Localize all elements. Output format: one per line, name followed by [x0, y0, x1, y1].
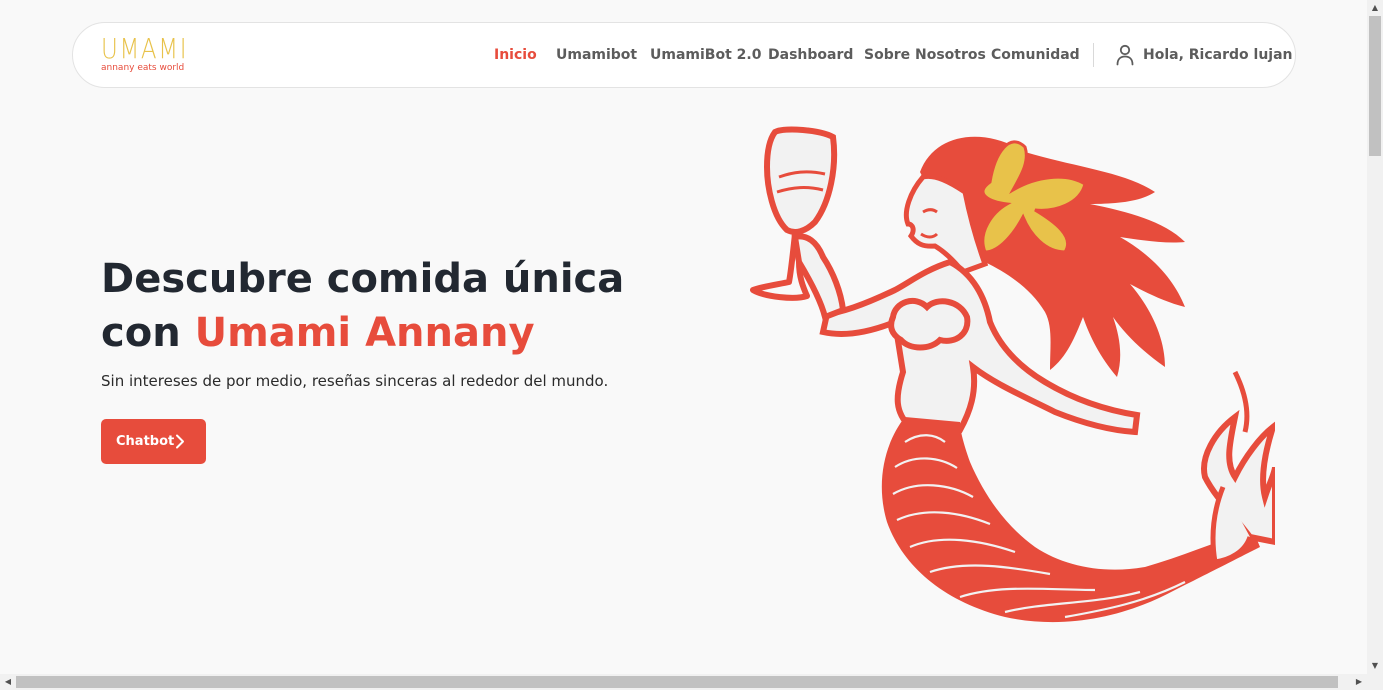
nav-item-sobre-nosotros[interactable]: Sobre Nosotros — [864, 46, 986, 64]
nav-item-umamibot[interactable]: Umamibot — [556, 46, 637, 64]
top-navbar: UMAMI annany eats world Inicio Umamibot … — [72, 22, 1296, 88]
horizontal-scrollbar[interactable]: ◀ ▶ — [0, 674, 1383, 690]
scroll-left-arrow-icon[interactable]: ◀ — [0, 674, 16, 690]
scroll-down-arrow-icon[interactable]: ▼ — [1367, 658, 1383, 674]
scroll-up-arrow-icon[interactable]: ▲ — [1367, 0, 1383, 16]
scroll-right-arrow-icon[interactable]: ▶ — [1351, 674, 1367, 690]
vertical-scrollbar[interactable]: ▲ ▼ — [1367, 0, 1383, 674]
chevron-right-icon — [176, 434, 184, 449]
nav-item-dashboard[interactable]: Dashboard — [768, 46, 853, 64]
nav-links: Inicio Umamibot UmamiBot 2.0 Dashboard S… — [73, 23, 1295, 89]
user-greeting[interactable]: Hola, Ricardo lujan — [1143, 46, 1293, 64]
chatbot-button-label: Chatbot — [116, 434, 175, 449]
hero-subtitle: Sin intereses de por medio, reseñas sinc… — [101, 372, 609, 390]
nav-item-inicio[interactable]: Inicio — [494, 46, 537, 64]
chatbot-button[interactable]: Chatbot — [101, 419, 206, 464]
vertical-scroll-thumb[interactable] — [1369, 16, 1381, 156]
hero-title-prefix: con — [101, 310, 195, 356]
nav-item-umamibot-2[interactable]: UmamiBot 2.0 — [650, 46, 761, 64]
user-icon[interactable] — [1116, 44, 1134, 66]
horizontal-scroll-thumb[interactable] — [16, 676, 1338, 688]
nav-item-comunidad[interactable]: Comunidad — [991, 46, 1080, 64]
nav-divider — [1093, 43, 1094, 67]
hero-title: Descubre comida única con Umami Annany — [101, 252, 661, 360]
hero-title-accent: Umami Annany — [194, 310, 535, 356]
hero-title-line1: Descubre comida única — [101, 256, 625, 302]
mermaid-illustration — [750, 126, 1275, 623]
